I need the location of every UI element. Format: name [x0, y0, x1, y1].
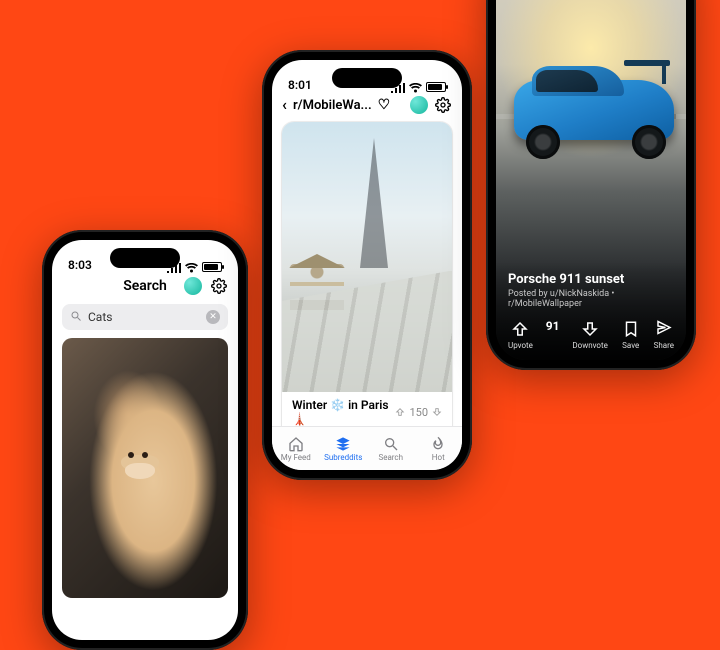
search-header: Search	[52, 274, 238, 300]
tab-search[interactable]: Search	[367, 427, 415, 470]
share-button[interactable]: Share	[654, 319, 674, 350]
downvote-icon	[432, 407, 442, 417]
downvote-button[interactable]: Downvote	[572, 319, 607, 350]
status-time: 8:01	[288, 78, 312, 92]
clear-button[interactable]: ✕	[206, 310, 220, 324]
search-value: Cats	[88, 310, 112, 324]
car-wing-detail	[624, 60, 670, 66]
back-button[interactable]: ‹	[282, 97, 287, 113]
home-icon	[288, 436, 304, 452]
gear-icon	[435, 97, 451, 113]
tab-my-feed[interactable]: My Feed	[272, 427, 320, 470]
subreddit-title[interactable]: r/MobileWa...	[293, 98, 372, 113]
avatar[interactable]	[184, 277, 202, 295]
post-title: Porsche 911 sunset	[508, 272, 674, 287]
page-title: Search	[123, 278, 167, 294]
result-image-cat[interactable]	[62, 338, 228, 598]
flame-icon	[430, 436, 446, 452]
post-title: Winter ❄️ in Paris 🗼	[292, 398, 389, 426]
post-card[interactable]: Winter ❄️ in Paris 🗼 150 Posted by u/PRO…	[282, 122, 452, 447]
phone-detail: Porsche 911 sunset Posted by u/NickNaski…	[486, 0, 696, 370]
search-input[interactable]: Cats ✕	[62, 304, 228, 330]
tab-hot[interactable]: Hot	[415, 427, 463, 470]
phone-search: 8:03 Search	[42, 230, 248, 650]
score-display: 91	[546, 319, 560, 333]
wheel-detail	[526, 125, 560, 159]
carousel-detail	[290, 264, 344, 310]
stack-icon	[335, 436, 351, 452]
favorite-button[interactable]: ♡	[378, 97, 391, 113]
subreddit-header: ‹ r/MobileWa... ♡	[272, 94, 462, 120]
gear-icon	[211, 278, 227, 294]
wifi-icon	[409, 82, 422, 92]
score-value: 91	[546, 319, 560, 333]
bookmark-icon	[622, 320, 640, 338]
tab-bar: My Feed Subreddits Search Hot	[272, 426, 462, 470]
save-button[interactable]: Save	[621, 319, 641, 350]
wheel-detail	[632, 125, 666, 159]
search-icon	[70, 310, 82, 325]
search-icon	[383, 436, 399, 452]
settings-button[interactable]	[434, 96, 452, 114]
dynamic-island	[110, 248, 180, 268]
downvote-icon	[581, 320, 599, 338]
upvote-control[interactable]: 150	[395, 406, 442, 419]
status-time: 8:03	[68, 258, 92, 272]
avatar[interactable]	[410, 96, 428, 114]
wifi-icon	[185, 262, 198, 272]
dynamic-island	[332, 68, 402, 88]
share-icon	[655, 320, 673, 338]
battery-icon	[202, 262, 222, 272]
post-byline: Posted by u/NickNaskida • r/MobileWallpa…	[508, 289, 674, 309]
settings-button[interactable]	[210, 277, 228, 295]
upvote-icon	[395, 407, 405, 417]
post-overlay: Porsche 911 sunset Posted by u/NickNaski…	[496, 262, 686, 360]
upvote-icon	[511, 320, 529, 338]
tab-subreddits[interactable]: Subreddits	[320, 427, 368, 470]
upvote-count: 150	[409, 406, 428, 419]
upvote-button[interactable]: Upvote	[508, 319, 533, 350]
battery-icon	[426, 82, 446, 92]
post-image-paris	[282, 122, 452, 392]
phone-feed: 8:01 ‹ r/MobileWa... ♡	[262, 50, 472, 480]
